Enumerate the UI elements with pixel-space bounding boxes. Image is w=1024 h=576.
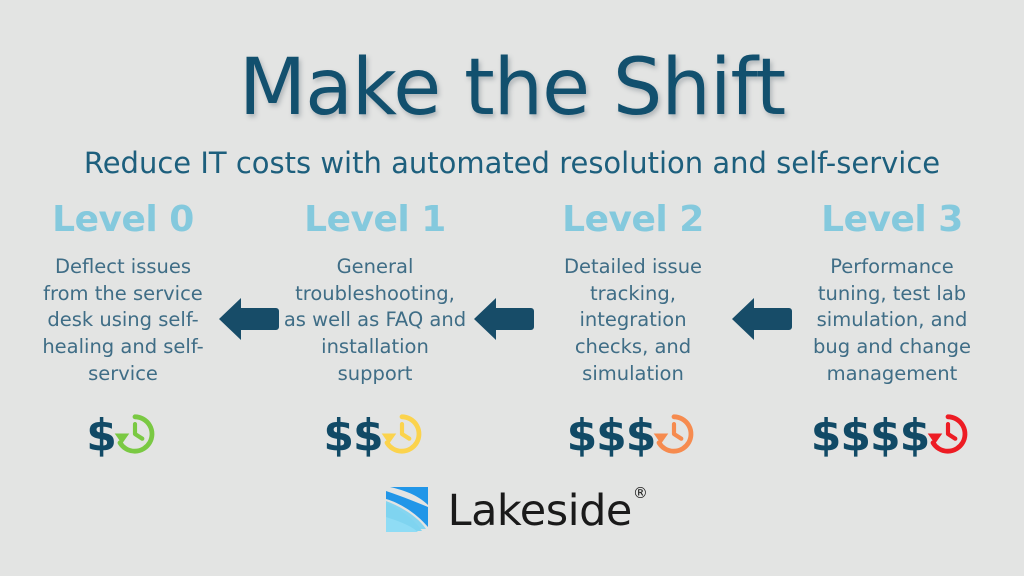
level-title-1: Level 1	[304, 199, 446, 240]
clock-rotate-left-icon-2	[649, 409, 699, 464]
dollar-signs-3: $$$$	[810, 410, 930, 461]
lakeside-wordmark: Lakeside®	[448, 485, 648, 533]
dollar-signs-1: $$	[323, 410, 383, 461]
level-title-3: Level 3	[821, 199, 963, 240]
cost-indicator-1: $$	[275, 408, 475, 464]
page-subtitle: Reduce IT costs with automated resolutio…	[83, 146, 941, 180]
page-title: Make the Shift	[238, 43, 786, 133]
cost-indicator-0: $	[23, 408, 223, 464]
logo-name-text: Lakeside	[447, 486, 633, 536]
dollar-signs-2: $$$	[566, 410, 657, 461]
arrow-left-icon-1	[472, 297, 534, 341]
clock-rotate-left-icon-1	[377, 409, 427, 464]
arrow-left-icon-2	[730, 297, 792, 341]
level-description-0: Deflect issues from the service desk usi…	[42, 254, 204, 386]
level-column-1: Level 1 General troubleshooting, as well…	[275, 200, 475, 388]
level-column-3: Level 3 Performance tuning, test lab sim…	[792, 200, 992, 388]
level-description-1: General troubleshooting, as well as FAQ …	[283, 254, 467, 386]
level-title-0: Level 0	[52, 199, 194, 240]
cost-indicator-2: $$$	[533, 408, 733, 464]
clock-rotate-left-icon-0	[110, 409, 160, 464]
clock-rotate-left-icon-3	[923, 409, 973, 464]
registered-trademark-symbol: ®	[632, 483, 648, 502]
lakeside-logo: Lakeside®	[0, 483, 1024, 540]
level-title-2: Level 2	[562, 199, 704, 240]
infographic-slide: Make the Shift Reduce IT costs with auto…	[0, 0, 1024, 576]
cost-indicator-3: $$$$	[792, 408, 992, 464]
lakeside-wave-mark-icon	[378, 483, 434, 540]
arrow-left-icon-0	[217, 297, 279, 341]
level-description-2: Detailed issue tracking, integration che…	[563, 254, 703, 386]
level-column-0: Level 0 Deflect issues from the service …	[23, 200, 223, 388]
level-description-3: Performance tuning, test lab simulation,…	[813, 254, 971, 386]
level-column-2: Level 2 Detailed issue tracking, integra…	[533, 200, 733, 388]
